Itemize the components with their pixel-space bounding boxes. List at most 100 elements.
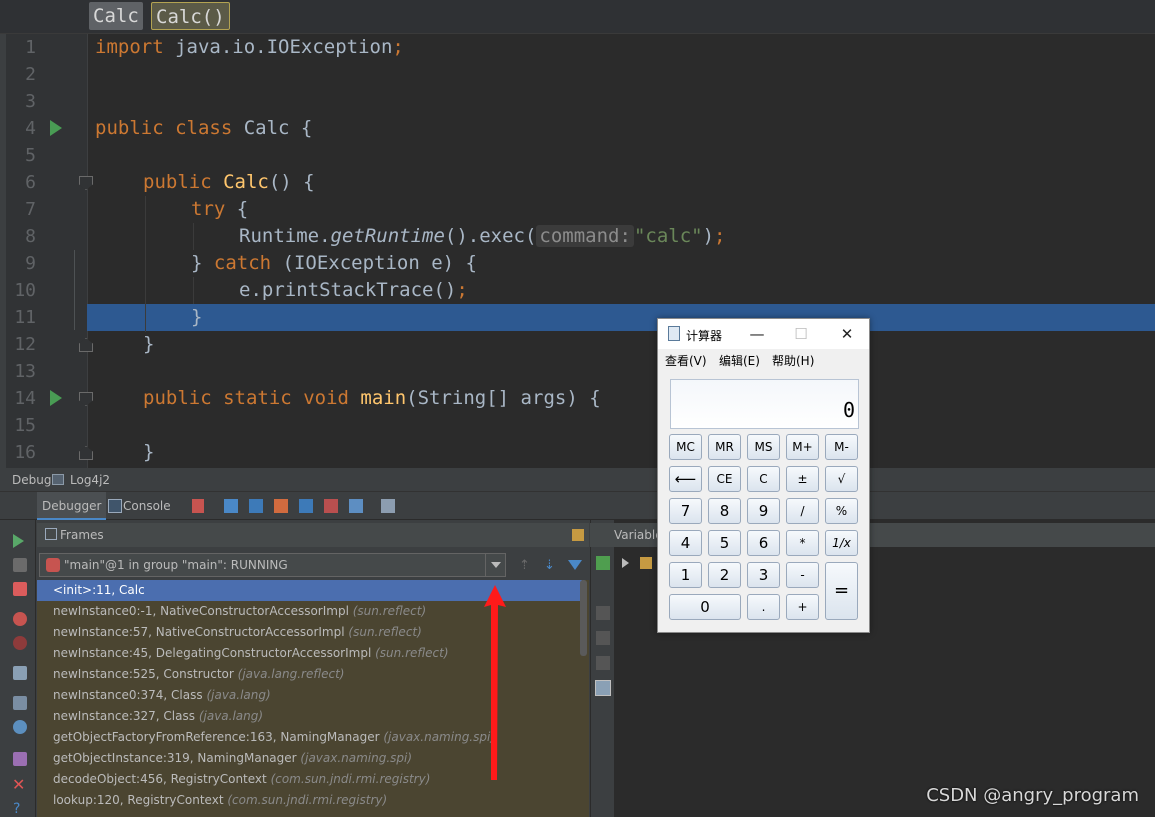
reciprocal-button[interactable]: 1/x: [825, 530, 858, 556]
calculator-menubar: 查看(V) 编辑(E) 帮助(H): [658, 349, 869, 369]
mc-button[interactable]: MC: [669, 434, 702, 460]
close-button[interactable]: ✕: [825, 319, 869, 349]
frame-package: (com.sun.jndi.rmi.registry): [227, 793, 388, 807]
digit-3-button[interactable]: 3: [747, 562, 780, 588]
code-text: (IOException e) {: [271, 252, 477, 274]
frame-package: (sun.reflect): [348, 625, 422, 639]
mute-breakpoints-icon[interactable]: [13, 636, 27, 650]
close-icon[interactable]: ✕: [12, 777, 26, 793]
mr-button[interactable]: MR: [708, 434, 741, 460]
view-breakpoints-icon[interactable]: [13, 612, 27, 626]
minimize-button[interactable]: —: [735, 319, 779, 349]
percent-button[interactable]: %: [825, 498, 858, 524]
tab-debugger[interactable]: Debugger: [37, 492, 107, 520]
filter-icon[interactable]: [568, 560, 582, 570]
decimal-button[interactable]: .: [747, 594, 780, 620]
keyword: catch: [213, 252, 272, 274]
line-number: 13: [14, 361, 36, 382]
new-watch-icon[interactable]: [596, 556, 610, 570]
code-line-16: }: [143, 441, 155, 463]
tab-console[interactable]: Console: [118, 492, 176, 520]
scrollbar[interactable]: [580, 580, 587, 656]
show-execution-point-icon[interactable]: [192, 499, 204, 513]
expand-icon[interactable]: [622, 558, 629, 568]
digit-7-button[interactable]: 7: [669, 498, 702, 524]
code-text: ().exec(: [444, 225, 537, 247]
calculator-window[interactable]: 计算器 — ☐ ✕ 查看(V) 编辑(E) 帮助(H) 0 MC MR MS M…: [657, 318, 870, 633]
variables-toolbar: [590, 520, 614, 817]
breadcrumb-method[interactable]: Calc(): [151, 2, 230, 30]
watches-toggle-icon[interactable]: [595, 680, 611, 696]
parameter-hint: command:: [536, 225, 634, 247]
ms-button[interactable]: MS: [747, 434, 780, 460]
force-step-into-icon[interactable]: [274, 499, 288, 513]
code-text: ;: [456, 279, 468, 301]
code-line-6: public Calc() {: [143, 169, 315, 196]
evaluate-expression-icon[interactable]: [381, 499, 395, 513]
debug-side-toolbar: ✕ ?: [0, 492, 36, 817]
arrow-up-icon[interactable]: [596, 606, 610, 620]
backspace-button[interactable]: ⟵: [669, 466, 702, 492]
digit-6-button[interactable]: 6: [747, 530, 780, 556]
run-main-icon[interactable]: [50, 390, 62, 406]
step-out-icon[interactable]: [299, 499, 313, 513]
line-number: 16: [14, 442, 36, 463]
multiply-button[interactable]: *: [786, 530, 819, 556]
stop-icon[interactable]: [13, 582, 27, 596]
sqrt-button[interactable]: √: [825, 466, 858, 492]
tab-debug[interactable]: Debug: [12, 473, 51, 487]
arrow-up-icon[interactable]: ⇡: [519, 558, 530, 573]
ce-button[interactable]: CE: [708, 466, 741, 492]
chevron-down-icon[interactable]: [485, 554, 505, 576]
code-editor[interactable]: Calc Calc() 1 2 3 4 5 6 7 8 9 10 11 12 1…: [0, 0, 1155, 468]
thread-selector[interactable]: "main"@1 in group "main": RUNNING: [39, 553, 506, 577]
arrow-down-icon[interactable]: [596, 631, 610, 645]
menu-help[interactable]: 帮助(H): [772, 352, 814, 369]
maximize-button[interactable]: ☐: [779, 319, 823, 349]
settings-icon[interactable]: [13, 720, 27, 734]
step-into-icon[interactable]: [249, 499, 263, 513]
clear-button[interactable]: C: [747, 466, 780, 492]
menu-edit[interactable]: 编辑(E): [719, 352, 760, 369]
digit-9-button[interactable]: 9: [747, 498, 780, 524]
subtract-button[interactable]: -: [786, 562, 819, 588]
m-minus-button[interactable]: M-: [825, 434, 858, 460]
digit-5-button[interactable]: 5: [708, 530, 741, 556]
divide-button[interactable]: /: [786, 498, 819, 524]
equals-button[interactable]: =: [825, 562, 858, 620]
run-class-icon[interactable]: [50, 120, 62, 136]
frame-row[interactable]: lookup:120, RegistryContext (com.sun.jnd…: [37, 790, 582, 811]
frame-package: (java.lang.reflect): [237, 667, 345, 681]
calculator-titlebar[interactable]: 计算器 — ☐ ✕: [658, 319, 869, 349]
digit-1-button[interactable]: 1: [669, 562, 702, 588]
window-title: 计算器: [686, 329, 723, 343]
digit-2-button[interactable]: 2: [708, 562, 741, 588]
keyword: import: [95, 36, 164, 58]
resume-icon[interactable]: [13, 534, 24, 548]
frame-package: (javax.naming.spi): [300, 751, 413, 765]
step-over-icon[interactable]: [224, 499, 238, 513]
frame-package: (sun.reflect): [352, 604, 427, 618]
help-icon[interactable]: ?: [13, 802, 27, 816]
digit-8-button[interactable]: 8: [708, 498, 741, 524]
add-button[interactable]: +: [786, 594, 819, 620]
breadcrumb-class[interactable]: Calc: [89, 2, 143, 30]
copy-icon[interactable]: [596, 656, 610, 670]
line-number: 14: [14, 388, 36, 409]
code-text: ;: [714, 225, 726, 247]
negate-button[interactable]: ±: [786, 466, 819, 492]
digit-4-button[interactable]: 4: [669, 530, 702, 556]
debug-tabs-bar: Debug Log4j2: [0, 468, 1155, 492]
drop-frame-icon[interactable]: [324, 499, 338, 513]
pause-icon[interactable]: [13, 558, 27, 572]
restore-layout-icon[interactable]: [13, 696, 27, 710]
tab-log4j2[interactable]: Log4j2: [70, 473, 110, 487]
digit-0-button[interactable]: 0: [669, 594, 741, 620]
pin-icon[interactable]: [13, 752, 27, 766]
frame-method: <init>:11, Calc: [53, 583, 145, 597]
camera-icon[interactable]: [13, 666, 27, 680]
menu-view[interactable]: 查看(V): [665, 352, 707, 369]
run-to-cursor-icon[interactable]: [349, 499, 363, 513]
m-plus-button[interactable]: M+: [786, 434, 819, 460]
arrow-down-icon[interactable]: ⇣: [544, 558, 555, 573]
